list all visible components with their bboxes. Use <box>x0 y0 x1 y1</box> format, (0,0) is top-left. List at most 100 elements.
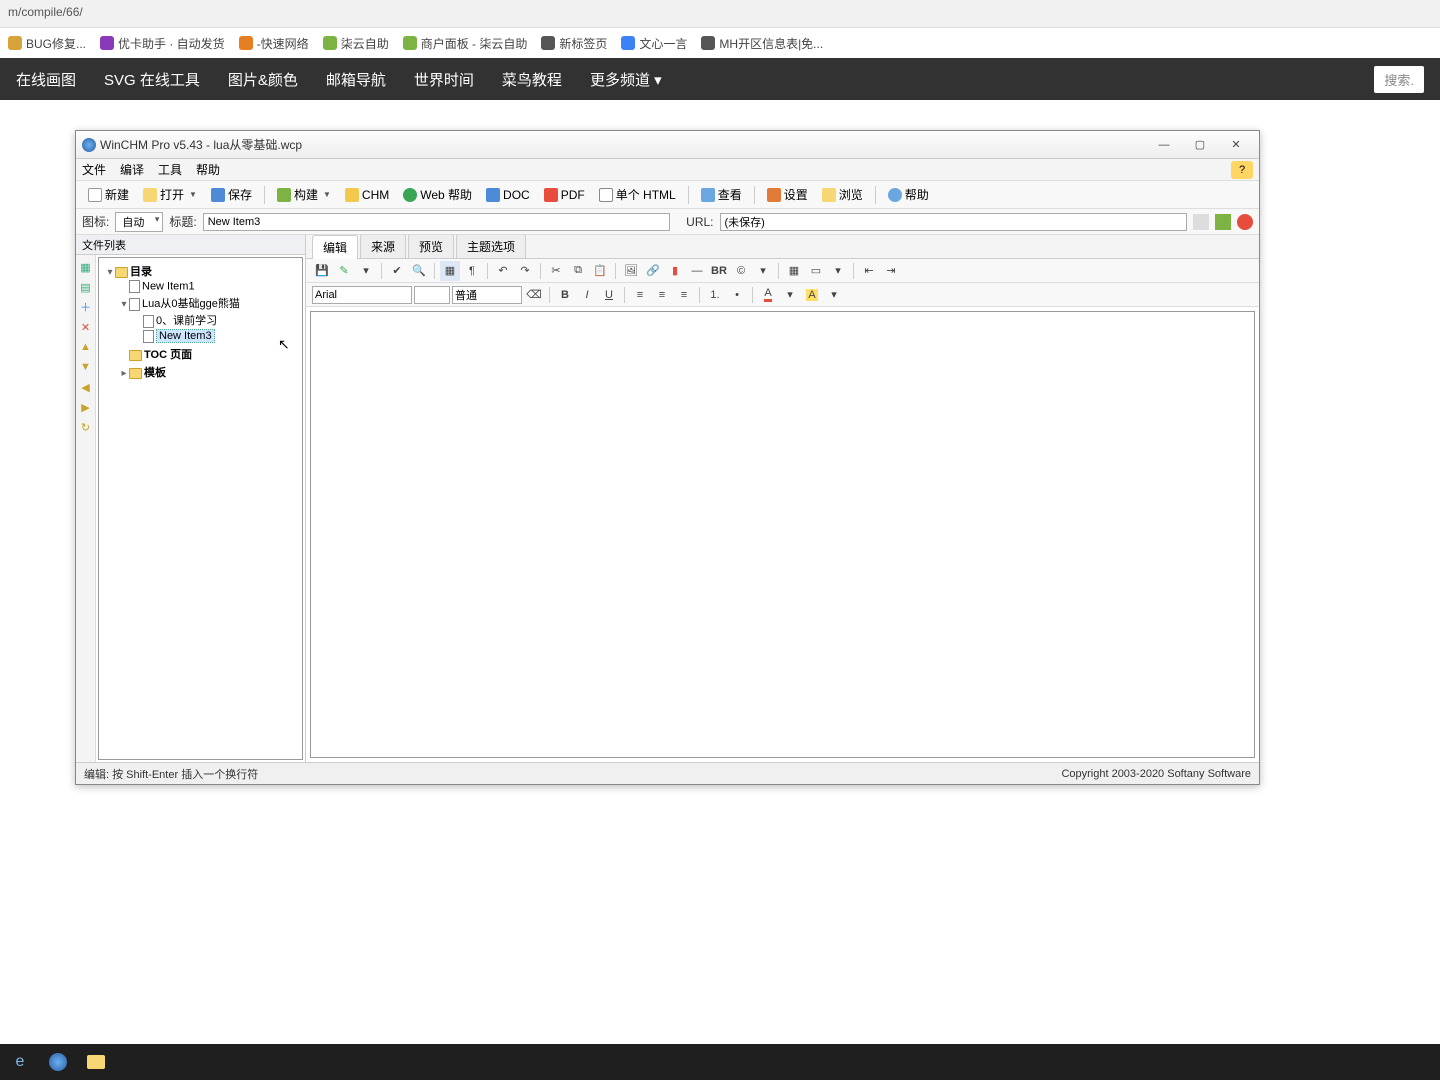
bookmark-item[interactable]: BUG修复... <box>8 35 86 52</box>
url-bar[interactable]: m/compile/66/ <box>0 0 1440 28</box>
bold-icon[interactable]: B <box>555 285 575 305</box>
tb-single-html[interactable]: 单个 HTML <box>593 183 682 206</box>
align-right-icon[interactable]: ≡ <box>674 285 694 305</box>
copy-icon[interactable] <box>1193 214 1209 230</box>
taskbar-folder-icon[interactable] <box>82 1048 110 1076</box>
spellcheck-icon[interactable]: ✔ <box>387 261 407 281</box>
tree-up[interactable]: ▲ <box>78 339 94 355</box>
tb-webhelp[interactable]: Web 帮助 <box>397 183 478 206</box>
align-left-icon[interactable]: ≡ <box>630 285 650 305</box>
font-family-select[interactable] <box>312 286 412 304</box>
tb-pdf[interactable]: PDF <box>538 185 591 205</box>
paste-icon[interactable]: 📋 <box>590 261 610 281</box>
tree-selected-item[interactable]: New Item3 <box>156 329 215 343</box>
tab-preview[interactable]: 预览 <box>408 235 454 258</box>
icon-select[interactable]: 自动 <box>115 212 163 232</box>
pilcrow-icon[interactable]: ¶ <box>462 261 482 281</box>
highlight-icon[interactable]: A <box>802 285 822 305</box>
find-icon[interactable]: 🔍 <box>409 261 429 281</box>
tb-build[interactable]: 构建▼ <box>271 183 337 206</box>
tab-edit[interactable]: 编辑 <box>312 235 358 259</box>
dropdown-icon[interactable]: ▾ <box>780 285 800 305</box>
close-button[interactable]: ✕ <box>1219 135 1253 155</box>
menu-help[interactable]: 帮助 <box>196 161 220 178</box>
tb-open[interactable]: 打开▼ <box>137 183 203 206</box>
italic-icon[interactable]: I <box>577 285 597 305</box>
underline-icon[interactable]: U <box>599 285 619 305</box>
ul-icon[interactable]: • <box>727 285 747 305</box>
copy-icon[interactable]: ⧉ <box>568 261 588 281</box>
tb-chm[interactable]: CHM <box>339 185 395 205</box>
editor-canvas[interactable] <box>310 311 1255 758</box>
nav-item-more[interactable]: 更多频道 ▾ <box>590 69 662 90</box>
tb-view[interactable]: 查看 <box>695 183 748 206</box>
bookmark-item[interactable]: 商户面板 - 柒云自助 <box>403 35 528 52</box>
menu-file[interactable]: 文件 <box>82 161 106 178</box>
bookmark-item[interactable]: 新标签页 <box>541 35 607 52</box>
bookmark-item[interactable]: -快速网络 <box>239 35 309 52</box>
link-icon[interactable] <box>1215 214 1231 230</box>
cancel-icon[interactable] <box>1237 214 1253 230</box>
align-center-icon[interactable]: ≡ <box>652 285 672 305</box>
cut-icon[interactable]: ✂ <box>546 261 566 281</box>
font-style-select[interactable] <box>452 286 522 304</box>
dropdown-icon[interactable]: ▾ <box>828 261 848 281</box>
font-color-icon[interactable]: A <box>758 285 778 305</box>
menu-tools[interactable]: 工具 <box>158 161 182 178</box>
dropdown-icon[interactable]: ▾ <box>356 261 376 281</box>
bookmark-item[interactable]: 优卡助手 · 自动发货 <box>100 35 225 52</box>
edit-icon[interactable]: ✎ <box>334 261 354 281</box>
nav-item[interactable]: 在线画图 <box>16 69 76 90</box>
bookmark-item[interactable]: 柒云自助 <box>323 35 389 52</box>
minimize-button[interactable]: — <box>1147 135 1181 155</box>
bookmark-item[interactable]: 文心一言 <box>621 35 687 52</box>
copyright-icon[interactable]: © <box>731 261 751 281</box>
row-icon[interactable]: ▭ <box>806 261 826 281</box>
tb-browse[interactable]: 浏览 <box>816 183 869 206</box>
maximize-button[interactable]: ▢ <box>1183 135 1217 155</box>
indent-icon[interactable]: ⇥ <box>881 261 901 281</box>
hr-icon[interactable]: — <box>687 261 707 281</box>
title-input[interactable] <box>203 213 670 231</box>
flag-icon[interactable]: ▮ <box>665 261 685 281</box>
tb-doc[interactable]: DOC <box>480 185 536 205</box>
save-icon[interactable]: 💾 <box>312 261 332 281</box>
redo-icon[interactable]: ↷ <box>515 261 535 281</box>
tab-source[interactable]: 来源 <box>360 235 406 258</box>
nav-item[interactable]: 图片&颜色 <box>228 69 298 90</box>
search-input[interactable]: 搜索. <box>1374 66 1424 93</box>
file-tree[interactable]: ▾目录 New Item1 ▾Lua从0基础gge熊猫 0、课前学习 New I… <box>98 257 303 760</box>
nav-item[interactable]: 世界时间 <box>414 69 474 90</box>
nav-item[interactable]: 菜鸟教程 <box>502 69 562 90</box>
br-icon[interactable]: BR <box>709 261 729 281</box>
link-icon[interactable]: 🔗 <box>643 261 663 281</box>
nav-item[interactable]: 邮箱导航 <box>326 69 386 90</box>
font-size-select[interactable] <box>414 286 450 304</box>
tree-down[interactable]: ▼ <box>78 359 94 375</box>
tb-help[interactable]: 帮助 <box>882 183 935 206</box>
taskbar-edge-icon[interactable]: e <box>6 1048 34 1076</box>
tb-save[interactable]: 保存 <box>205 183 258 206</box>
tree-delete[interactable]: ✕ <box>78 319 94 335</box>
table-icon[interactable]: ▦ <box>784 261 804 281</box>
tree-btn[interactable]: ▤ <box>78 279 94 295</box>
tree-add[interactable]: ＋ <box>78 299 94 315</box>
taskbar-app-icon[interactable] <box>44 1048 72 1076</box>
menu-compile[interactable]: 编译 <box>120 161 144 178</box>
tree-btn[interactable]: ▦ <box>78 259 94 275</box>
grid-icon[interactable]: ▦ <box>440 261 460 281</box>
bookmark-item[interactable]: MH开区信息表|免... <box>701 35 823 52</box>
image-icon[interactable]: 🖼 <box>621 261 641 281</box>
undo-icon[interactable]: ↶ <box>493 261 513 281</box>
tree-right[interactable]: ▶ <box>78 399 94 415</box>
clear-format-icon[interactable]: ⌫ <box>524 285 544 305</box>
tree-left[interactable]: ◀ <box>78 379 94 395</box>
tb-new[interactable]: 新建 <box>82 183 135 206</box>
tab-theme[interactable]: 主题选项 <box>456 235 526 258</box>
tb-settings[interactable]: 设置 <box>761 183 814 206</box>
ol-icon[interactable]: 1. <box>705 285 725 305</box>
url-input[interactable] <box>720 213 1187 231</box>
dropdown-icon[interactable]: ▾ <box>824 285 844 305</box>
tree-refresh[interactable]: ↻ <box>78 419 94 435</box>
nav-item[interactable]: SVG 在线工具 <box>104 69 200 90</box>
